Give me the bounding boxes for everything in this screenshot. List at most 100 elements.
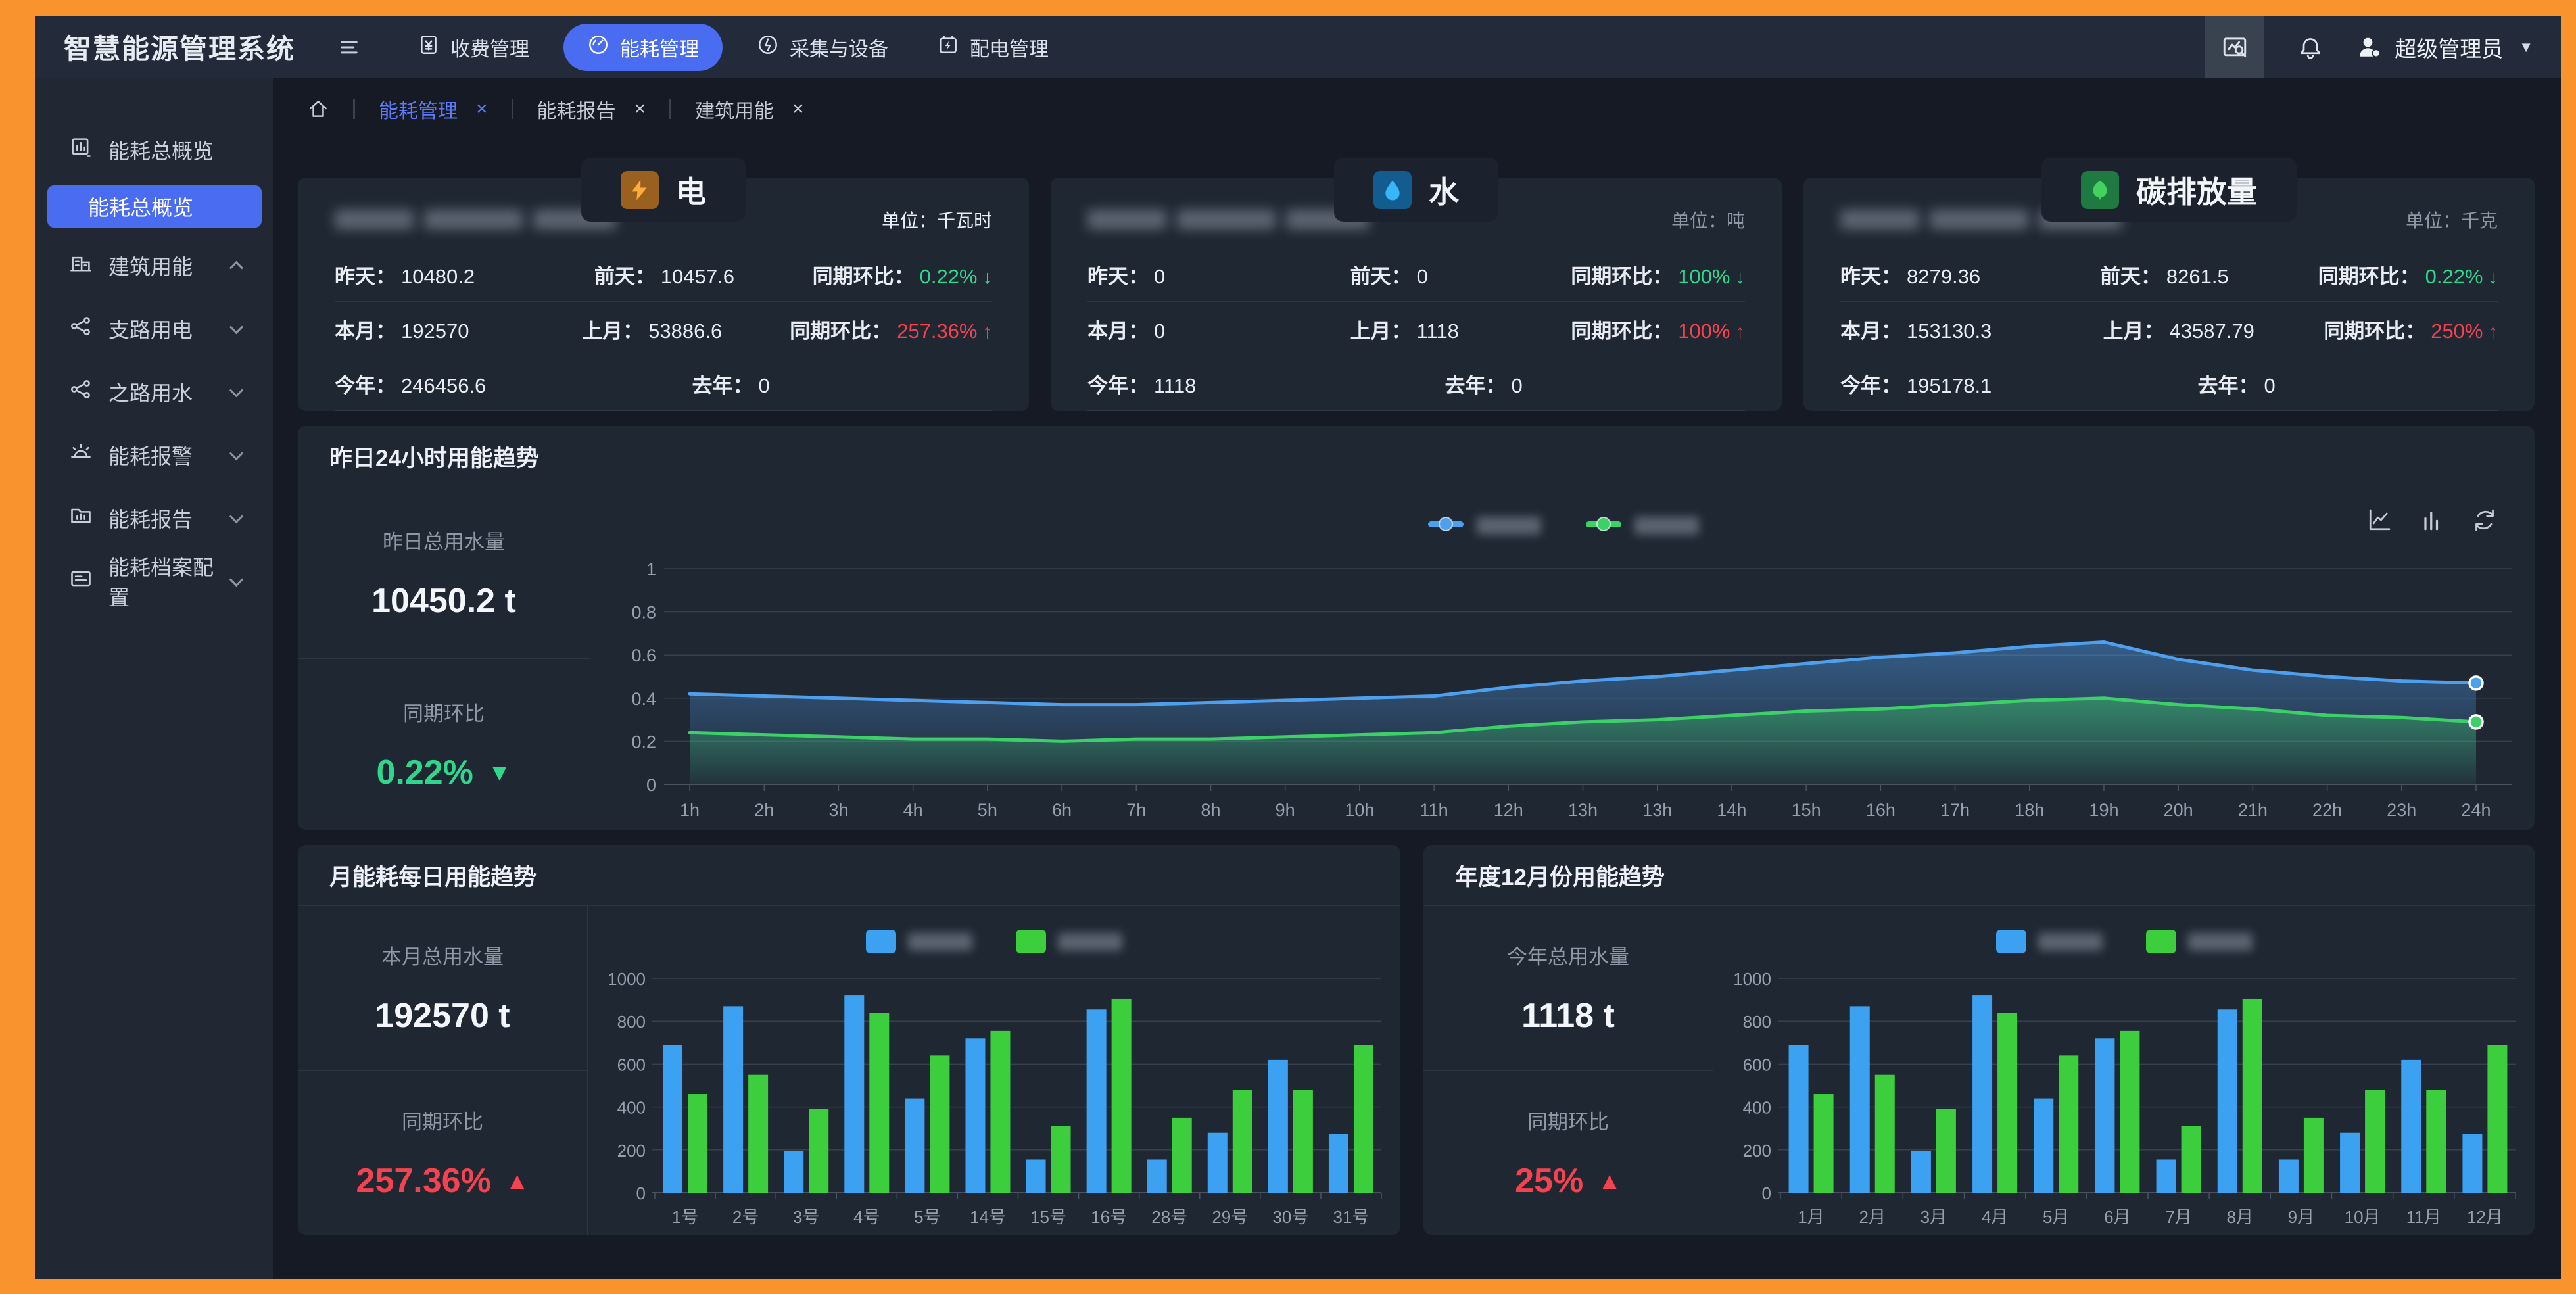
nav-item-label: 能耗管理 [620, 33, 699, 62]
tab-1[interactable]: 能耗管理× [379, 95, 488, 124]
stat-kv-value: 153130.3 [1907, 320, 1992, 343]
stat-kv-label: 昨天： [335, 260, 396, 289]
svg-text:6h: 6h [1052, 800, 1072, 820]
stat-kv-label: 同期环比： [2324, 314, 2425, 344]
tab-close-icon[interactable]: × [634, 98, 646, 120]
tab-2[interactable]: 能耗报告× [537, 95, 646, 124]
svg-text:3h: 3h [828, 800, 848, 820]
stat-kv-value: 0.22% [2425, 265, 2483, 289]
nav-item-3[interactable]: 采集与设备 [742, 24, 903, 71]
stat-box: 今年总用水量 1118 t [1423, 906, 1713, 1070]
user-menu[interactable]: 超级管理员 ▼ [2356, 32, 2561, 63]
stat-kv-label: 上月： [2103, 314, 2164, 344]
stat-row: 今年：246456.6去年：0 [335, 356, 992, 411]
user-name: 超级管理员 [2395, 32, 2503, 63]
panel-title: 昨日24小时用能趋势 [298, 426, 2535, 487]
stat-card-title: 水 [1429, 168, 1459, 212]
stat-kv-label: 昨天： [1840, 260, 1901, 289]
building-icon [69, 251, 93, 280]
svg-text:0: 0 [636, 1184, 646, 1203]
sidebar-item-6[interactable]: 能耗报警 [35, 423, 273, 487]
chart-toolbox [2366, 507, 2498, 533]
alarm-icon [69, 441, 93, 469]
user-avatar-icon [2356, 34, 2383, 60]
chevron-down-icon [229, 383, 243, 397]
tab-close-icon[interactable]: × [792, 98, 804, 120]
svg-text:24h: 24h [2461, 800, 2491, 820]
stat-cards-row: 电 单位：千瓦时 昨天：10480.2前天：10457.6同期环比：0.22%↓… [298, 178, 2535, 411]
line-stats-column: 昨日总用水量 10450.2 t 同期环比 0.22%▼ [298, 487, 590, 830]
arrow-down-icon: ↓ [1736, 267, 1746, 289]
legend-item-1[interactable] [1996, 930, 2103, 953]
legend-item-2[interactable] [1016, 930, 1122, 953]
stat-row: 昨天：10480.2前天：10457.6同期环比：0.22%↓ [335, 247, 992, 302]
legend-line-marker [1585, 516, 1623, 535]
chevron-up-icon [229, 260, 243, 274]
svg-text:18h: 18h [2015, 800, 2044, 820]
stat-kv: 昨天：8279.36 [1840, 260, 2100, 289]
svg-text:17h: 17h [1940, 800, 1970, 820]
tab-close-icon[interactable]: × [476, 98, 488, 120]
svg-text:11月: 11月 [2406, 1207, 2441, 1227]
legend-item-2[interactable] [1585, 516, 1699, 535]
nav-item-2[interactable]: 能耗管理 [563, 24, 723, 71]
stat-delta: 25%▲ [1515, 1161, 1621, 1201]
sidebar-item-3[interactable]: 建筑用能 [35, 234, 273, 297]
sidebar-item-4[interactable]: 支路用电 [35, 297, 273, 360]
sidebar-item-8[interactable]: 能耗档案配置 [35, 550, 273, 613]
svg-text:5h: 5h [978, 800, 997, 820]
toolbox-line-chart-icon[interactable] [2366, 507, 2393, 533]
svg-text:600: 600 [617, 1055, 646, 1074]
sidebar-item-1[interactable]: 能耗总概览 [35, 118, 273, 181]
notification-bell-icon[interactable] [2297, 34, 2324, 60]
svg-text:10月: 10月 [2345, 1207, 2381, 1227]
svg-text:5月: 5月 [2043, 1207, 2069, 1227]
stat-kv-label: 去年： [1444, 369, 1506, 398]
tab-3[interactable]: 建筑用能× [695, 95, 804, 124]
stat-kv-label: 今年： [1840, 369, 1901, 398]
chevron-down-icon [229, 573, 243, 587]
screenshot-chart-icon[interactable] [2205, 16, 2264, 78]
branch-icon [69, 314, 93, 343]
sidebar: 能耗总概览能耗总概览建筑用能支路用电之路用水能耗报警能耗报告能耗档案配置 [35, 78, 273, 1279]
unit-label: 单位：千瓦时 [882, 206, 992, 233]
svg-text:6月: 6月 [2104, 1207, 2130, 1227]
chevron-down-icon: ▼ [2519, 39, 2533, 56]
nav-item-1[interactable]: 收费管理 [403, 24, 544, 71]
menu-collapse-icon[interactable] [337, 36, 361, 59]
stat-kv-label: 上月： [582, 314, 643, 344]
home-icon[interactable] [307, 98, 329, 120]
svg-text:800: 800 [617, 1012, 646, 1032]
legend-item-1[interactable] [1427, 516, 1541, 535]
sidebar-item-7[interactable]: 能耗报告 [35, 487, 273, 550]
svg-text:9月: 9月 [2288, 1207, 2314, 1227]
stat-kv-value: 0 [2264, 374, 2275, 398]
legend-item-2[interactable] [2146, 930, 2253, 953]
power-distribution-icon [937, 34, 959, 61]
toolbox-bar-chart-icon[interactable] [2419, 507, 2445, 533]
svg-text:600: 600 [1743, 1055, 1771, 1074]
svg-text:22h: 22h [2312, 800, 2342, 820]
svg-text:4月: 4月 [1982, 1207, 2008, 1227]
stat-box: 同期环比 25%▲ [1423, 1070, 1713, 1235]
stat-kv-label: 同期环比： [1571, 260, 1673, 289]
svg-text:1月: 1月 [1798, 1207, 1824, 1227]
stat-kv: 本月：0 [1087, 314, 1350, 344]
stat-kv-value: 0 [1154, 320, 1165, 343]
svg-text:8h: 8h [1201, 800, 1220, 820]
stat-kv-label: 去年： [692, 369, 753, 398]
svg-text:4号: 4号 [853, 1207, 880, 1227]
toolbox-restore-icon[interactable] [2471, 507, 2498, 533]
yearly-bar-panel: 年度12月份用能趋势 今年总用水量 1118 t 同期环比 25%▲ [1423, 845, 2535, 1235]
sidebar-subitem-active[interactable]: 能耗总概览 [47, 185, 262, 228]
legend-item-1[interactable] [866, 930, 972, 953]
stat-kv: 同期环比：0.22%↓ [2318, 260, 2498, 289]
stat-kv-label: 昨天： [1087, 260, 1149, 289]
stat-kv: 昨天：0 [1087, 260, 1350, 289]
sidebar-item-5[interactable]: 之路用水 [35, 360, 273, 423]
stat-kv-value: 246456.6 [401, 374, 486, 398]
nav-item-4[interactable]: 配电管理 [922, 24, 1063, 71]
year-bar-plot: 020040060080010001月2月3月4月5月6月7月8月9月10月11… [1713, 904, 2534, 1235]
line-chart-panel: 昨日24小时用能趋势 昨日总用水量 10450.2 t 同期环比 0.22%▼ [298, 426, 2535, 830]
tab-separator [669, 99, 671, 119]
